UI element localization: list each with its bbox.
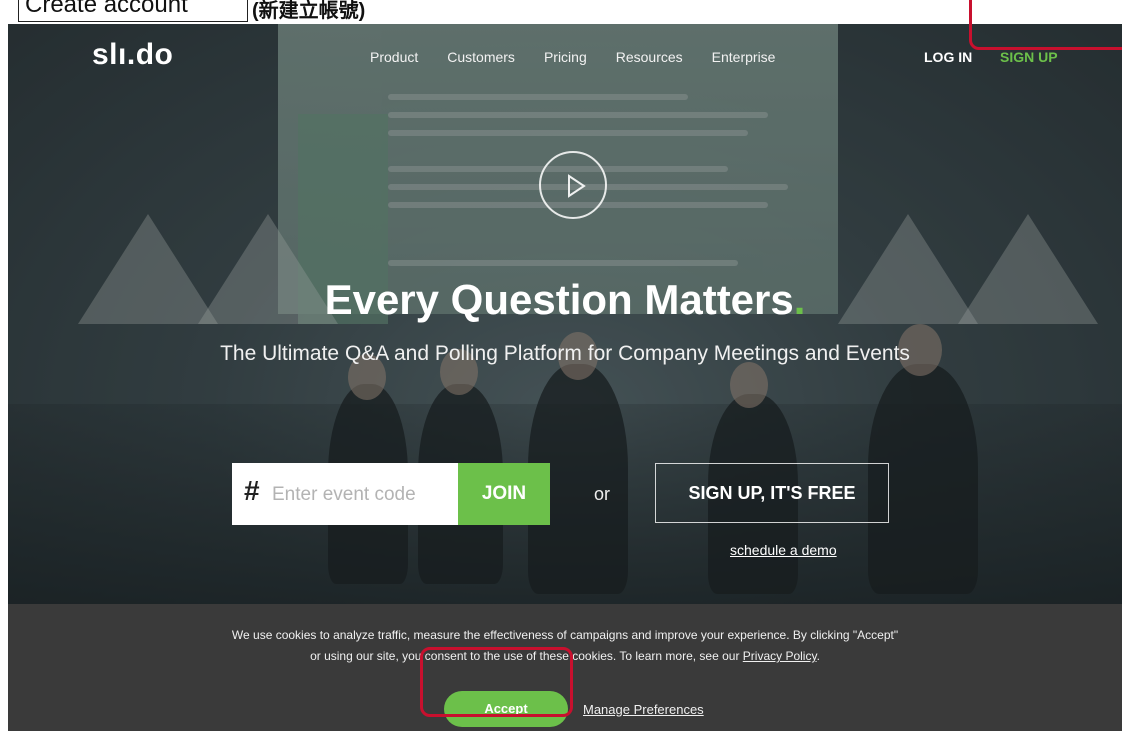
play-video-button[interactable] (539, 151, 607, 219)
browser-viewport: slı.do Product Customers Pricing Resourc… (8, 24, 1122, 731)
cookie-line-1: We use cookies to analyze traffic, measu… (231, 628, 899, 642)
signup-free-button[interactable]: SIGN UP, IT'S FREE (655, 463, 889, 523)
main-nav: Product Customers Pricing Resources Ente… (370, 49, 804, 65)
or-label: or (594, 484, 611, 504)
signup-highlight-box (969, 0, 1122, 50)
accept-highlight-box (420, 647, 573, 717)
annotation-title: Create account (25, 0, 188, 18)
hero-headline: Every Question Matters. (8, 276, 1122, 324)
signup-link[interactable]: SIGN UP (1000, 49, 1058, 65)
privacy-policy-link[interactable]: Privacy Policy (743, 649, 817, 663)
event-code-input[interactable] (270, 477, 454, 513)
hero-subheadline: The Ultimate Q&A and Polling Platform fo… (220, 342, 910, 365)
nav-product[interactable]: Product (370, 49, 418, 65)
cookie-line-2-end: . (816, 649, 820, 663)
slido-logo[interactable]: slı.do (92, 38, 173, 72)
annotation-subtitle: (新建立帳號) (252, 0, 366, 22)
manage-preferences-link[interactable]: Manage Preferences (583, 702, 704, 717)
nav-resources[interactable]: Resources (616, 49, 683, 65)
annotation-title-box: Create account (18, 0, 248, 22)
schedule-demo-link[interactable]: schedule a demo (730, 542, 837, 558)
play-icon (568, 174, 586, 198)
nav-customers[interactable]: Customers (447, 49, 515, 65)
nav-enterprise[interactable]: Enterprise (712, 49, 776, 65)
headline-text: Every Question Matters (324, 276, 794, 323)
login-link[interactable]: LOG IN (924, 49, 972, 65)
nav-pricing[interactable]: Pricing (544, 49, 587, 65)
event-code-field: # (232, 463, 458, 525)
headline-dot: . (793, 276, 806, 323)
hash-icon: # (244, 475, 260, 506)
join-button[interactable]: JOIN (458, 463, 550, 525)
